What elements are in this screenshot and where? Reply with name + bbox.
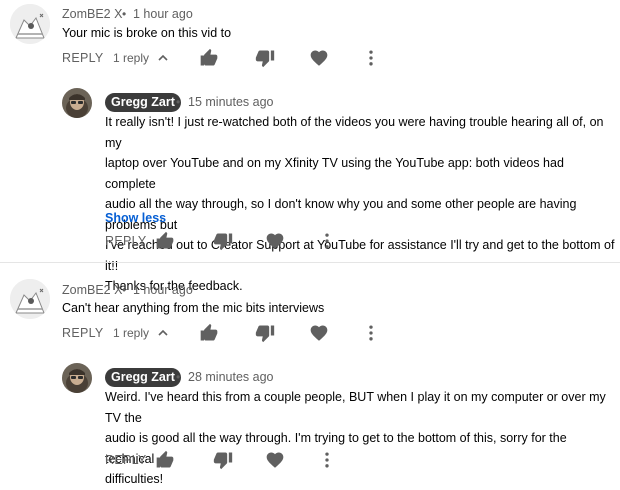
avatar-image [10,279,50,319]
text-line: audio is good all the way through. I'm t… [105,431,567,466]
avatar-image [10,4,50,44]
thumbs-down-icon[interactable] [213,231,233,251]
comment-author[interactable]: ZomBE2 X [62,283,122,297]
separator-dot: • [176,95,181,109]
heart-icon[interactable] [265,231,285,251]
more-vert-icon[interactable] [317,231,337,251]
comment-time[interactable]: 1 hour ago [133,7,193,21]
thumbs-down-icon[interactable] [255,323,275,343]
thumbs-down-icon[interactable] [213,450,233,470]
chevron-up-icon[interactable] [155,325,171,341]
reply-text: It really isn't! I just re-watched both … [105,112,615,297]
reply-text: Weird. I've heard this from a couple peo… [105,387,615,490]
heart-icon[interactable] [309,323,329,343]
text-line: laptop over YouTube and on my Xfinity TV… [105,156,564,191]
reply-button[interactable]: REPLY [105,234,147,248]
avatar-image [62,88,92,118]
reply-count[interactable]: 1 reply [113,51,149,65]
thumbs-up-icon[interactable] [155,231,175,251]
avatar-image [62,363,92,393]
comment-time[interactable]: 28 minutes ago [188,370,273,384]
avatar[interactable] [62,88,92,118]
comment-time[interactable]: 15 minutes ago [188,95,273,109]
separator-dot: • [176,370,181,384]
comment-author[interactable]: ZomBE2 X [62,7,122,21]
reply-button[interactable]: REPLY [62,51,104,65]
chevron-up-icon[interactable] [155,50,171,66]
thumbs-up-icon[interactable] [199,48,219,68]
separator-dot: • [122,283,127,297]
text-line: difficulties! [105,472,164,486]
text-line: Weird. I've heard this from a couple peo… [105,390,606,425]
avatar[interactable] [10,279,50,319]
creator-author-badge[interactable]: Gregg Zart [105,93,181,112]
creator-author-badge[interactable]: Gregg Zart [105,368,181,387]
separator-dot: • [122,7,127,21]
heart-icon[interactable] [309,48,329,68]
comment-text: Can't hear anything from the mic bits in… [62,301,325,315]
avatar[interactable] [62,363,92,393]
thread-divider [0,262,620,263]
comment-text: Your mic is broke on this vid to [62,26,232,40]
avatar[interactable] [10,4,50,44]
more-vert-icon[interactable] [361,48,381,68]
text-line: It really isn't! I just re-watched both … [105,115,604,150]
reply-button[interactable]: REPLY [62,326,104,340]
more-vert-icon[interactable] [361,323,381,343]
thumbs-up-icon[interactable] [155,450,175,470]
reply-count[interactable]: 1 reply [113,326,149,340]
text-line: I've reached out to Creator Support at Y… [105,238,615,273]
reply-button[interactable]: REPLY [105,453,147,467]
text-line: audio all the way through, so I don't kn… [105,197,577,232]
more-vert-icon[interactable] [317,450,337,470]
thumbs-down-icon[interactable] [255,48,275,68]
thumbs-up-icon[interactable] [199,323,219,343]
show-less-link[interactable]: Show less [105,211,166,225]
heart-icon[interactable] [265,450,285,470]
comment-time[interactable]: 1 hour ago [133,283,193,297]
